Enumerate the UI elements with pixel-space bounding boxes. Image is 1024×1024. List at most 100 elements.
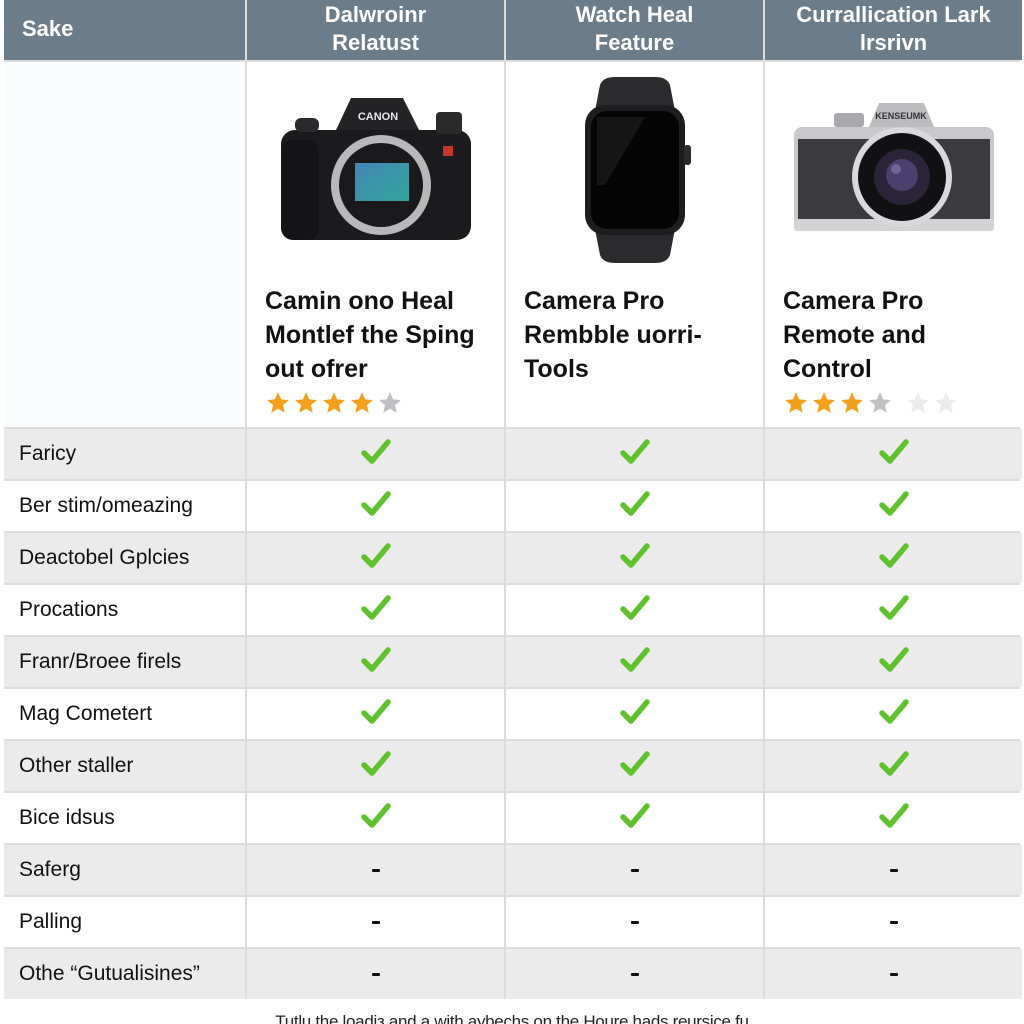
feature-cell-product-2 xyxy=(506,793,763,843)
product-card-2[interactable]: Camera Pro Rembble uorri-Tools xyxy=(506,62,763,427)
feature-cell-product-1 xyxy=(247,533,504,583)
rating-stars-1 xyxy=(265,390,403,421)
checkmark-icon xyxy=(619,698,650,730)
feature-label: Other staller xyxy=(4,741,245,791)
checkmark-icon xyxy=(360,542,391,574)
feature-cell-product-2 xyxy=(506,481,763,531)
feature-cell-product-3 xyxy=(765,689,1022,739)
product-cell-empty xyxy=(4,62,245,427)
feature-cell-product-1 xyxy=(247,481,504,531)
dash-icon xyxy=(630,920,639,924)
header-cell-product-3: Currallication Lark lrsrivn xyxy=(765,0,1022,60)
svg-text:CANON: CANON xyxy=(357,111,397,123)
dash-icon xyxy=(630,972,639,976)
feature-cell-product-1 xyxy=(247,429,504,479)
feature-label: Deactobel Gplcies xyxy=(4,533,245,583)
feature-cell-product-1 xyxy=(247,793,504,843)
feature-cell-product-2 xyxy=(506,897,763,947)
checkmark-icon xyxy=(360,490,391,522)
star-faint-icon xyxy=(933,390,959,421)
checkmark-icon xyxy=(878,750,909,782)
header-product-2: Watch Heal Feature xyxy=(575,2,694,55)
checkmark-icon xyxy=(619,802,650,834)
checkmark-icon xyxy=(878,542,909,574)
dash-icon xyxy=(630,868,639,872)
dash-icon xyxy=(371,972,380,976)
checkmark-icon xyxy=(619,490,650,522)
checkmark-icon xyxy=(360,802,391,834)
dash-icon xyxy=(371,920,380,924)
dash-icon xyxy=(889,868,898,872)
star-spacer xyxy=(895,390,903,421)
feature-cell-product-3 xyxy=(765,793,1022,843)
feature-cell-product-3 xyxy=(765,429,1022,479)
star-filled-icon xyxy=(321,390,347,421)
feature-label: Mag Cometert xyxy=(4,689,245,739)
dash-icon xyxy=(371,868,380,872)
feature-cell-product-1 xyxy=(247,637,504,687)
checkmark-icon xyxy=(878,698,909,730)
feature-cell-product-3 xyxy=(765,897,1022,947)
feature-label: Procations xyxy=(4,585,245,635)
mirrorless-camera-image[interactable]: KENSEUMK xyxy=(765,70,1022,270)
camera-icon: CANON xyxy=(280,98,471,240)
checkmark-icon xyxy=(619,750,650,782)
feature-cell-product-3 xyxy=(765,845,1022,895)
smartwatch-image[interactable] xyxy=(506,70,763,270)
camera-icon: KENSEUMK xyxy=(793,103,994,231)
feature-label: Saferg xyxy=(4,845,245,895)
checkmark-icon xyxy=(360,594,391,626)
feature-cell-product-3 xyxy=(765,533,1022,583)
feature-cell-product-2 xyxy=(506,741,763,791)
feature-cell-product-3 xyxy=(765,637,1022,687)
star-filled-icon xyxy=(783,390,809,421)
star-filled-icon xyxy=(293,390,319,421)
feature-cell-product-1 xyxy=(247,845,504,895)
watch-icon xyxy=(584,77,691,263)
star-filled-icon xyxy=(811,390,837,421)
feature-cell-product-2 xyxy=(506,689,763,739)
header-product-3: Currallication Lark lrsrivn xyxy=(796,2,991,55)
feature-cell-product-1 xyxy=(247,585,504,635)
feature-cell-product-3 xyxy=(765,741,1022,791)
dash-icon xyxy=(889,972,898,976)
star-filled-icon xyxy=(265,390,291,421)
star-filled-icon xyxy=(839,390,865,421)
feature-cell-product-2 xyxy=(506,637,763,687)
product-card-1[interactable]: CANON Camin ono Heal Montlef the Sping o… xyxy=(247,62,504,427)
checkmark-icon xyxy=(619,542,650,574)
feature-label: Palling xyxy=(4,897,245,947)
star-empty-icon xyxy=(377,390,403,421)
star-filled-icon xyxy=(349,390,375,421)
header-cell-product-1: Dalwroinr Relatust xyxy=(247,0,504,60)
feature-cell-product-3 xyxy=(765,481,1022,531)
product-name-2[interactable]: Camera Pro Rembble uorri-Tools xyxy=(524,284,755,386)
checkmark-icon xyxy=(619,594,650,626)
dash-icon xyxy=(889,920,898,924)
feature-label: Bice idsus xyxy=(4,793,245,843)
product-card-3[interactable]: KENSEUMK Camera Pro Remote and Control xyxy=(765,62,1022,427)
feature-cell-product-2 xyxy=(506,949,763,999)
header-product-1: Dalwroinr Relatust xyxy=(324,2,427,55)
feature-label: Othe “Gutualisines” xyxy=(4,949,245,999)
header-cell-product-2: Watch Heal Feature xyxy=(506,0,763,60)
feature-cell-product-3 xyxy=(765,585,1022,635)
product-name-1[interactable]: Camin ono Heal Montlef the Sping out ofr… xyxy=(265,284,496,386)
caption-text: Tutlu the loadiз and a with aybechs on t… xyxy=(275,1012,749,1024)
feature-cell-product-1 xyxy=(247,949,504,999)
star-faint-icon xyxy=(905,390,931,421)
checkmark-icon xyxy=(619,438,650,470)
checkmark-icon xyxy=(878,438,909,470)
feature-label: Faricy xyxy=(4,429,245,479)
checkmark-icon xyxy=(878,490,909,522)
star-empty-icon xyxy=(867,390,893,421)
feature-cell-product-3 xyxy=(765,949,1022,999)
feature-cell-product-2 xyxy=(506,845,763,895)
dslr-camera-image[interactable]: CANON xyxy=(247,70,504,270)
feature-cell-product-1 xyxy=(247,741,504,791)
checkmark-icon xyxy=(619,646,650,678)
feature-label: Ber stim/omeazing xyxy=(4,481,245,531)
product-name-3[interactable]: Camera Pro Remote and Control xyxy=(783,284,1014,386)
feature-cell-product-1 xyxy=(247,897,504,947)
header-cell-label: Sake xyxy=(4,0,245,60)
